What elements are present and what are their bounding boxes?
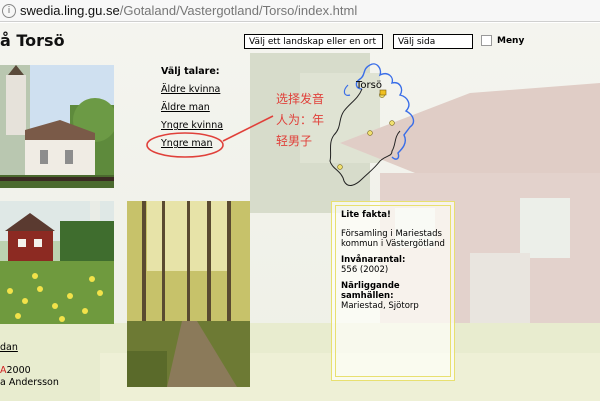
- fakta-box: Lite fakta! Församling i Mariestads komm…: [331, 201, 455, 381]
- sida-select[interactable]: Välj sida: [393, 34, 473, 49]
- annotation-line-3: 轻男子: [276, 134, 313, 148]
- annotation-line-2: 人为：年: [276, 113, 325, 127]
- footer-year-value: 2000: [6, 365, 31, 376]
- annotation-highlight: [146, 115, 274, 158]
- fakta-heading: Lite fakta!: [341, 210, 391, 220]
- footer-year: A2000: [0, 365, 31, 376]
- url-path: /Gotaland/Vastergotland/Torso/index.html: [119, 3, 358, 18]
- url-host: swedia.ling.gu.se: [20, 3, 120, 18]
- page-title: å Torsö: [0, 31, 65, 50]
- annotation-line-1: 选择发音: [276, 92, 325, 106]
- footer-name: a Andersson: [0, 377, 59, 388]
- fakta-invanare-label: Invånarantal:: [341, 255, 406, 265]
- forest-road-photo: [127, 201, 250, 387]
- meny-label: Meny: [497, 35, 525, 46]
- red-house-photo: [0, 201, 114, 324]
- fakta-narliggande-value: Mariestad, Sjötorp: [341, 301, 419, 311]
- landskap-select[interactable]: Välj ett landskap eller en ort: [244, 34, 383, 49]
- address-bar[interactable]: i swedia.ling.gu.se/Gotaland/Vastergotla…: [0, 0, 600, 22]
- meny-checkbox[interactable]: [481, 35, 492, 46]
- footer-link[interactable]: dan: [0, 342, 18, 353]
- fakta-invanare-value: 556 (2002): [341, 265, 389, 275]
- talare-heading: Välj talare:: [161, 66, 220, 77]
- fakta-forsamling: Församling i Mariestads kommun i Västerg…: [341, 229, 445, 249]
- page: å Torsö Välj ett landskap eller en ort V…: [0, 23, 600, 401]
- meny-toggle[interactable]: Meny: [481, 35, 524, 46]
- talare-aldre-kvinna[interactable]: Äldre kvinna: [161, 84, 220, 95]
- church-photo: [0, 65, 114, 188]
- info-icon[interactable]: i: [2, 3, 16, 18]
- map-label-torso: Torsö: [356, 80, 382, 91]
- fakta-narliggande-label: Närliggande samhällen:: [341, 281, 400, 301]
